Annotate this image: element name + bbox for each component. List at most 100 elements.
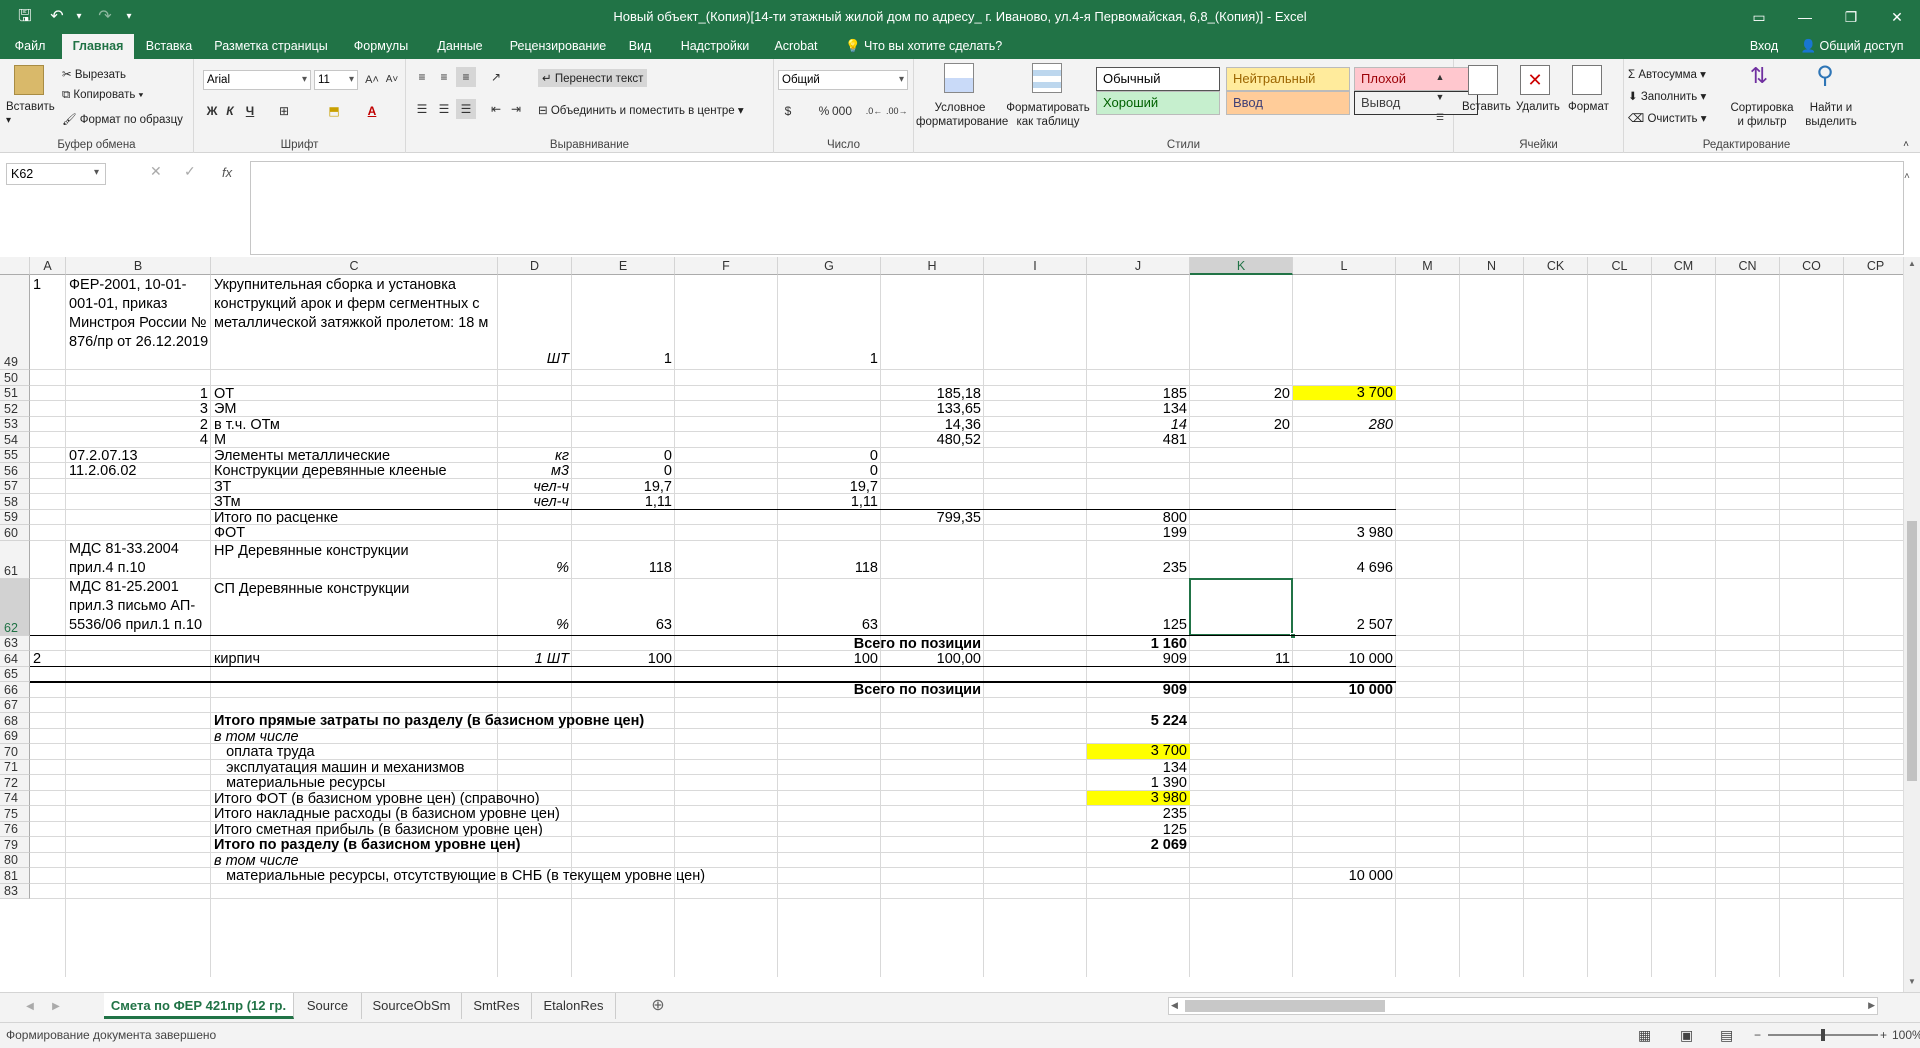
format-as-table-icon[interactable] bbox=[1032, 63, 1062, 93]
cell-B55[interactable]: 07.2.07.13 bbox=[66, 447, 211, 463]
style-4[interactable]: Хороший bbox=[1096, 91, 1220, 115]
cell-J72[interactable]: 1 390 bbox=[1087, 774, 1190, 790]
cell-J66[interactable]: 909 bbox=[1087, 681, 1190, 697]
cell-G64[interactable]: 100 bbox=[778, 650, 881, 666]
autosum-button[interactable]: Σ Автосумма ▾ bbox=[1628, 67, 1706, 81]
cell-D55[interactable]: кг bbox=[498, 447, 572, 463]
horizontal-scrollbar[interactable]: ◀ ▶ bbox=[1168, 997, 1878, 1015]
cell-B53[interactable]: 2 bbox=[66, 416, 211, 432]
cell-G61[interactable]: 118 bbox=[778, 559, 881, 578]
cell-L53[interactable]: 280 bbox=[1293, 416, 1396, 432]
row-header-68[interactable]: 68 bbox=[0, 713, 30, 729]
cell-C81[interactable]: материальные ресурсы, отсутствующие в СН… bbox=[211, 867, 881, 883]
column-header-K[interactable]: K bbox=[1190, 257, 1293, 275]
sheet-tab-source[interactable]: Source bbox=[294, 993, 362, 1019]
cell-C51[interactable]: ОТ bbox=[211, 385, 498, 401]
styles-scroll-down-icon[interactable]: ▼ bbox=[1430, 87, 1450, 107]
add-sheet-icon[interactable]: ⊕ bbox=[648, 996, 668, 1016]
collapse-formula-bar-icon[interactable]: ˄ bbox=[1904, 171, 1910, 182]
conditional-format-button[interactable]: Условное форматирование bbox=[916, 101, 1008, 129]
row-header-72[interactable]: 72 bbox=[0, 775, 30, 791]
row-header-80[interactable]: 80 bbox=[0, 852, 30, 868]
cell-J61[interactable]: 235 bbox=[1087, 559, 1190, 578]
row-header-63[interactable]: 63 bbox=[0, 635, 30, 651]
cell-C64[interactable]: кирпич bbox=[211, 650, 498, 666]
cell-B61[interactable]: МДС 81-33.2004 прил.4 п.10 bbox=[66, 540, 211, 578]
tab-insert[interactable]: Вставка bbox=[136, 34, 202, 59]
zoom-slider-thumb[interactable] bbox=[1821, 1029, 1825, 1041]
cell-J75[interactable]: 235 bbox=[1087, 805, 1190, 821]
tab-home[interactable]: Главная bbox=[62, 34, 134, 59]
cell-B56[interactable]: 11.2.06.02 bbox=[66, 462, 211, 478]
cell-H51[interactable]: 185,18 bbox=[881, 385, 984, 401]
row-header-67[interactable]: 67 bbox=[0, 697, 30, 713]
decrease-decimal-icon[interactable]: .00→ bbox=[886, 101, 908, 121]
cell-K51[interactable]: 20 bbox=[1190, 385, 1293, 401]
sort-filter-icon[interactable]: ⇅ bbox=[1744, 63, 1774, 93]
cell-G55[interactable]: 0 bbox=[778, 447, 881, 463]
cell-H54[interactable]: 480,52 bbox=[881, 431, 984, 447]
next-sheet-icon[interactable]: ▶ bbox=[46, 997, 66, 1017]
row-header-76[interactable]: 76 bbox=[0, 821, 30, 837]
delete-cells-button[interactable]: Удалить bbox=[1516, 101, 1560, 113]
cell-J52[interactable]: 134 bbox=[1087, 400, 1190, 416]
clear-button[interactable]: ⌫ Очистить ▾ bbox=[1628, 111, 1707, 125]
scroll-up-icon[interactable]: ▲ bbox=[1904, 259, 1920, 268]
scroll-down-icon[interactable]: ▼ bbox=[1904, 977, 1920, 986]
cell-L51[interactable]: 3 700 bbox=[1293, 385, 1396, 400]
cell-J60[interactable]: 199 bbox=[1087, 524, 1190, 540]
cancel-icon[interactable]: ✕ bbox=[150, 163, 162, 180]
sheet-tab-sourceobsm[interactable]: SourceObSm bbox=[362, 993, 462, 1019]
cell-C61[interactable]: НР Деревянные конструкции bbox=[211, 542, 498, 561]
cell-C75[interactable]: Итого накладные расходы (в базисном уров… bbox=[211, 805, 881, 821]
cell-E64[interactable]: 100 bbox=[572, 650, 675, 666]
row-header-70[interactable]: 70 bbox=[0, 744, 30, 760]
share-button[interactable]: 👤 Общий доступ bbox=[1790, 34, 1914, 59]
row-header-49[interactable]: 49 bbox=[0, 275, 30, 370]
cell-C74[interactable]: Итого ФОТ (в базисном уровне цен) (справ… bbox=[211, 790, 881, 806]
minimize-button[interactable]: — bbox=[1782, 0, 1828, 34]
row-header-54[interactable]: 54 bbox=[0, 432, 30, 448]
cell-C56[interactable]: Конструкции деревянные клееные bbox=[211, 462, 498, 478]
cell-B62[interactable]: МДС 81-25.2001 прил.3 письмо АП- 5536/06… bbox=[66, 578, 211, 635]
tab-data[interactable]: Данные bbox=[426, 34, 494, 59]
cell-J63[interactable]: 1 160 bbox=[1087, 635, 1190, 651]
align-top-icon[interactable]: ≡ bbox=[412, 67, 432, 87]
cell-B54[interactable]: 4 bbox=[66, 431, 211, 447]
column-header-H[interactable]: H bbox=[881, 257, 984, 275]
cell-H63[interactable]: Всего по позиции bbox=[675, 635, 984, 651]
number-format-select[interactable]: Общий bbox=[778, 70, 908, 90]
cell-B51[interactable]: 1 bbox=[66, 385, 211, 401]
cell-J64[interactable]: 909 bbox=[1087, 650, 1190, 666]
column-header-C[interactable]: C bbox=[211, 257, 498, 275]
cell-L60[interactable]: 3 980 bbox=[1293, 524, 1396, 540]
column-header-J[interactable]: J bbox=[1087, 257, 1190, 275]
tab-formulas[interactable]: Формулы bbox=[340, 34, 422, 59]
page-break-view-icon[interactable]: ▤ bbox=[1720, 1023, 1733, 1047]
insert-cells-button[interactable]: Вставить bbox=[1462, 101, 1511, 113]
font-size-select[interactable]: 11 bbox=[314, 70, 358, 90]
cell-C62[interactable]: СП Деревянные конструкции bbox=[211, 580, 498, 599]
zoom-level[interactable]: 100% bbox=[1892, 1023, 1920, 1047]
cell-A64[interactable]: 2 bbox=[30, 650, 66, 666]
scroll-right-icon[interactable]: ▶ bbox=[1866, 998, 1877, 1013]
cell-D57[interactable]: чел-ч bbox=[498, 478, 572, 494]
cell-C55[interactable]: Элементы металлические bbox=[211, 447, 498, 463]
cell-C52[interactable]: ЭМ bbox=[211, 400, 498, 416]
cell-K64[interactable]: 11 bbox=[1190, 650, 1293, 666]
row-header-66[interactable]: 66 bbox=[0, 682, 30, 698]
column-header-CP[interactable]: CP bbox=[1844, 257, 1903, 275]
row-header-75[interactable]: 75 bbox=[0, 806, 30, 822]
cell-E57[interactable]: 19,7 bbox=[572, 478, 675, 494]
cell-C53[interactable]: в т.ч. ОТм bbox=[211, 416, 498, 432]
column-header-I[interactable]: I bbox=[984, 257, 1087, 275]
close-button[interactable]: ✕ bbox=[1874, 0, 1920, 34]
cell-J53[interactable]: 14 bbox=[1087, 416, 1190, 432]
vertical-scrollbar[interactable]: ▲ ▼ bbox=[1903, 257, 1920, 992]
cell-J51[interactable]: 185 bbox=[1087, 385, 1190, 401]
format-as-table-button[interactable]: Форматировать как таблицу bbox=[1006, 101, 1090, 129]
italic-button[interactable]: К bbox=[220, 101, 240, 121]
row-header-61[interactable]: 61 bbox=[0, 540, 30, 579]
font-name-select[interactable]: Arial bbox=[203, 70, 311, 90]
cell-C49[interactable]: Укрупнительная сборка и установка констр… bbox=[211, 276, 498, 333]
